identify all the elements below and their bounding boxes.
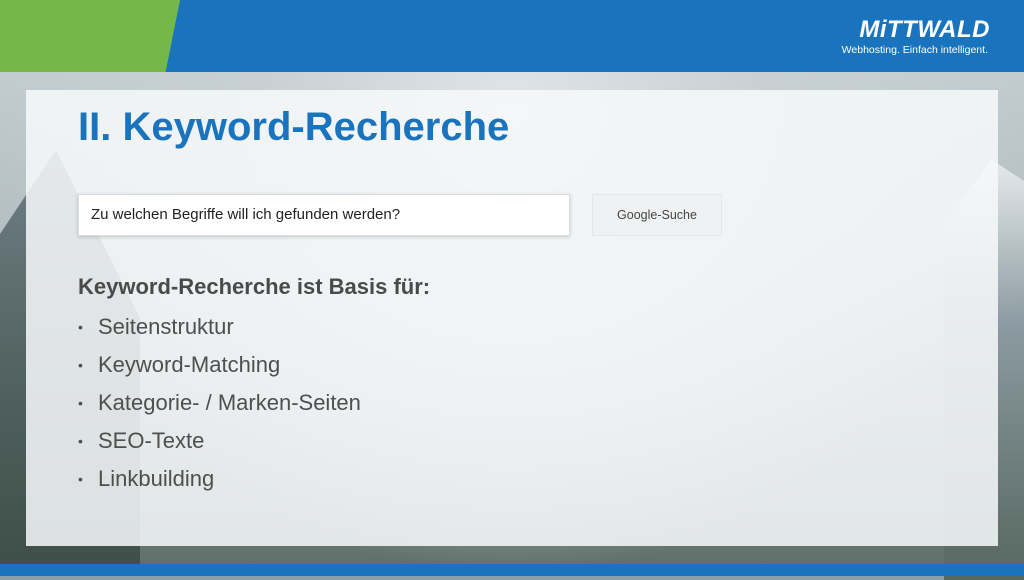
list-item: • Seitenstruktur	[78, 312, 361, 350]
logo-wordmark: MiTTWALD	[859, 16, 990, 43]
list-item-label: Kategorie- / Marken-Seiten	[98, 390, 361, 415]
google-search-button[interactable]: Google-Suche	[592, 194, 722, 236]
footer-bar	[0, 564, 1024, 576]
list-item-label: Seitenstruktur	[98, 314, 234, 339]
search-input[interactable]: Zu welchen Begriffe will ich gefunden we…	[78, 194, 570, 236]
mittwald-logo: MiTTWALD Webhosting. Einfach intelligent…	[814, 12, 994, 62]
bullet-list: • Seitenstruktur • Keyword-Matching • Kateg…	[78, 312, 361, 502]
list-item-label: Keyword-Matching	[98, 352, 281, 377]
bullet-icon: •	[78, 319, 83, 335]
list-item: • Keyword-Matching	[78, 350, 361, 388]
bullet-icon: •	[78, 433, 83, 449]
logo-tagline: Webhosting. Einfach intelligent.	[841, 44, 988, 56]
subheading: Keyword-Recherche ist Basis für:	[78, 274, 431, 299]
bullet-icon: •	[78, 395, 83, 411]
list-item: • Kategorie- / Marken-Seiten	[78, 388, 361, 426]
list-item: • SEO-Texte	[78, 426, 361, 464]
bullet-icon: •	[78, 357, 83, 373]
slide-title: II. Keyword-Recherche	[78, 105, 510, 149]
header-green-accent	[0, 0, 180, 72]
list-item: • Linkbuilding	[78, 464, 361, 502]
list-item-label: SEO-Texte	[98, 428, 205, 453]
bullet-icon: •	[78, 471, 83, 487]
list-item-label: Linkbuilding	[98, 466, 215, 491]
